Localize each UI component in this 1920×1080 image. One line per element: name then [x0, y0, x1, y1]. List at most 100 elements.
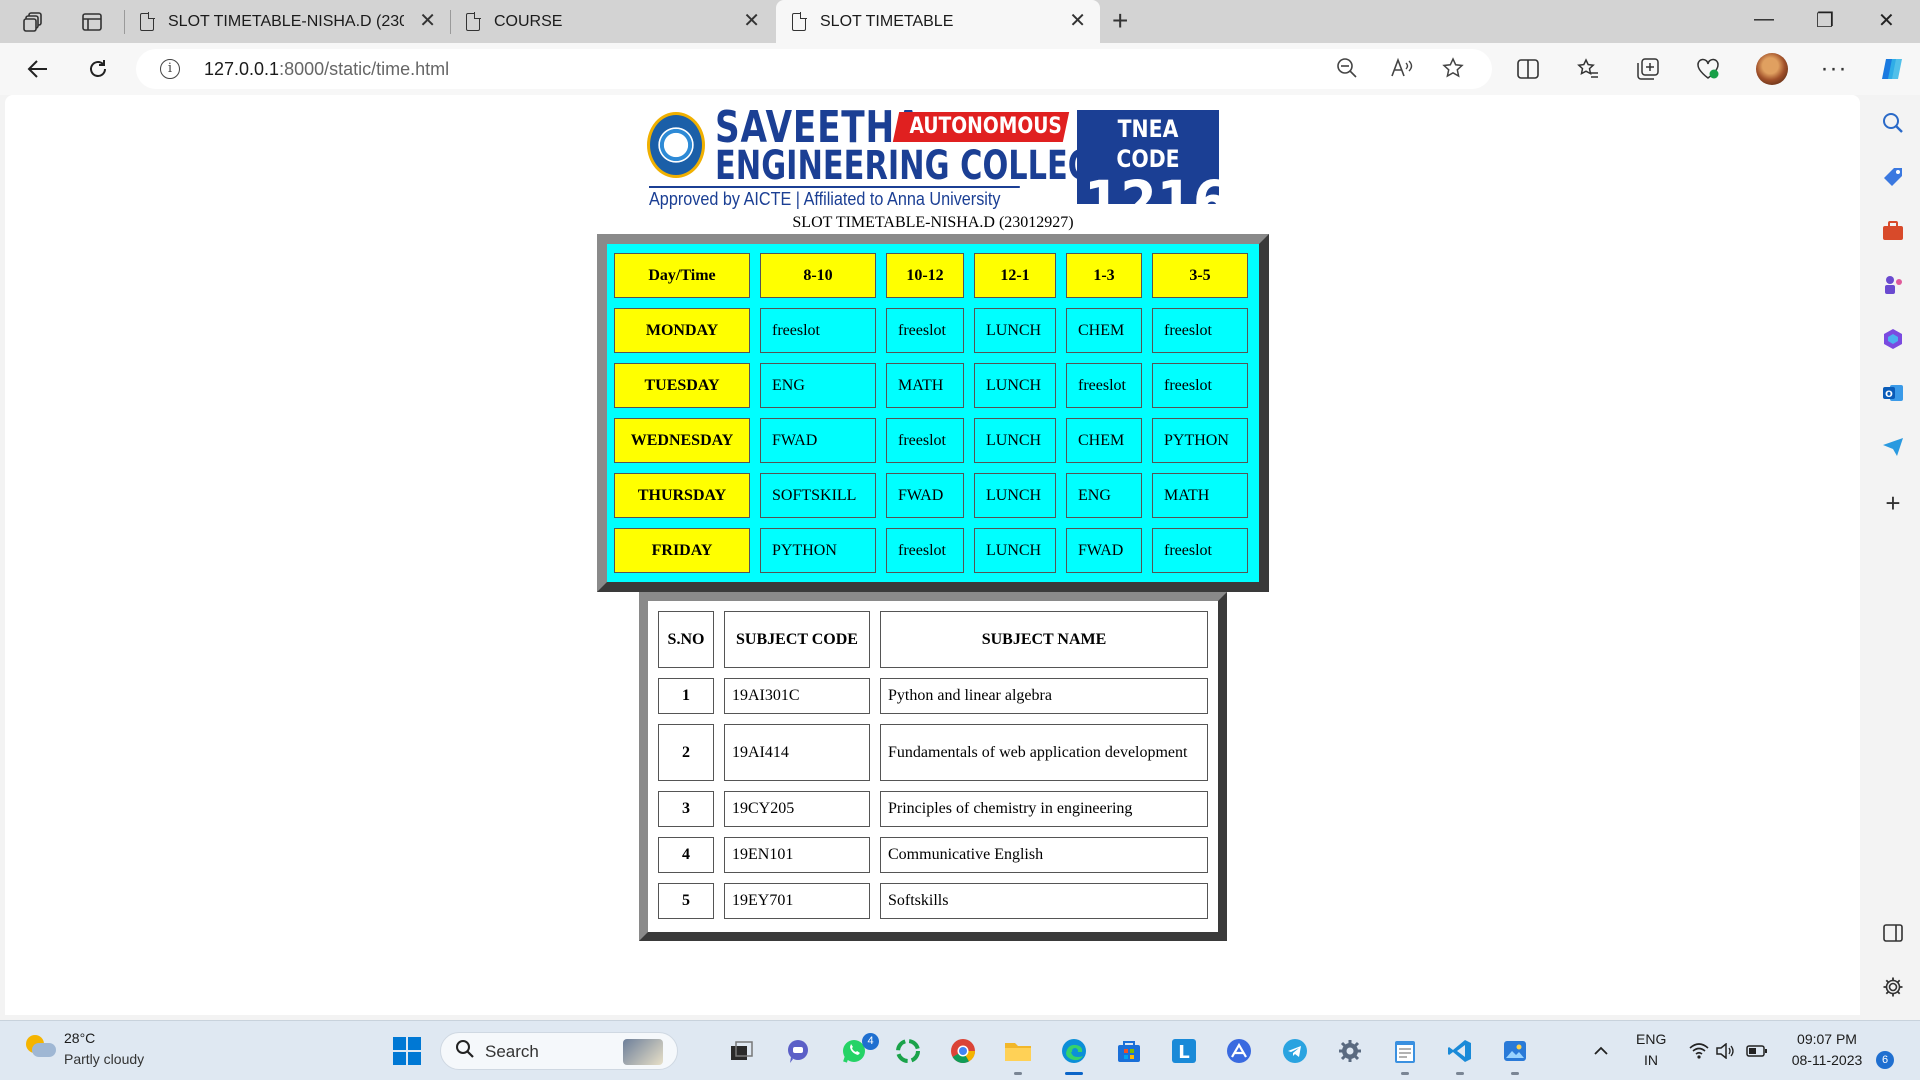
slot-cell: LUNCH — [974, 418, 1056, 463]
copilot-icon[interactable] — [1876, 53, 1908, 85]
college-logo: SAVEETHA AUTONOMOUS ENGINEERING COLLEGE … — [645, 106, 1229, 231]
subject-name-cell: Principles of chemistry in engineering — [880, 791, 1208, 827]
zoom-out-icon[interactable] — [1336, 57, 1358, 85]
header-slot: 10-12 — [886, 253, 964, 298]
table-row: 4 19EN101 Communicative English — [658, 837, 1208, 873]
send-icon[interactable] — [1881, 435, 1905, 459]
profile-avatar[interactable] — [1756, 53, 1788, 85]
browser-essentials-icon[interactable] — [1692, 53, 1724, 85]
search-highlight-image — [623, 1039, 663, 1065]
timetable-frame: Day/Time 8-10 10-12 12-1 1-3 3-5 MONDAY … — [597, 234, 1269, 592]
timetable-row-monday: MONDAY freeslot freeslot LUNCH CHEM free… — [614, 308, 1248, 353]
volume-icon[interactable] — [1710, 1036, 1740, 1066]
subject-code-cell: 19EN101 — [724, 837, 870, 873]
chrome-icon[interactable] — [948, 1036, 978, 1066]
shopping-tag-icon[interactable] — [1881, 165, 1905, 189]
weather-partly-cloudy-icon[interactable] — [26, 1035, 56, 1061]
sno-cell: 5 — [658, 883, 714, 919]
slot-cell: freeslot — [886, 528, 964, 573]
collections-icon[interactable] — [1632, 53, 1664, 85]
games-icon[interactable] — [1881, 273, 1905, 297]
page-title: SLOT TIMETABLE-NISHA.D (23012927) — [792, 214, 1074, 231]
minimize-button[interactable]: — — [1754, 8, 1774, 31]
search-placeholder: Search — [485, 1042, 539, 1061]
start-windows-icon[interactable] — [392, 1036, 422, 1066]
hide-sidebar-icon[interactable] — [1881, 921, 1905, 945]
running-indicator — [1401, 1072, 1409, 1075]
slot-cell: FWAD — [886, 473, 964, 518]
workspaces-icon[interactable] — [20, 8, 48, 36]
microsoft-365-icon[interactable] — [1881, 327, 1905, 351]
search-icon[interactable] — [1881, 111, 1905, 135]
tab-slot-timetable-nisha[interactable]: SLOT TIMETABLE-NISHA.D (2301… ✕ — [140, 0, 450, 43]
url-path: :8000/static/time.html — [279, 59, 450, 79]
language-indicator-top[interactable]: ENG — [1636, 1031, 1666, 1047]
teams-chat-icon[interactable] — [783, 1036, 813, 1066]
url-host: 127.0.0.1 — [204, 59, 280, 79]
autonomous-text: AUTONOMOUS — [909, 114, 1062, 139]
l-app-icon[interactable]: L — [1169, 1036, 1199, 1066]
running-indicator-active — [1065, 1072, 1083, 1075]
header-slot: 1-3 — [1066, 253, 1142, 298]
edge-sidebar: O + — [1866, 95, 1920, 1015]
more-options-icon[interactable]: ··· — [1818, 53, 1850, 85]
microsoft-store-icon[interactable] — [1114, 1036, 1144, 1066]
tab-label: SLOT TIMETABLE — [820, 12, 954, 30]
task-view-icon[interactable] — [727, 1036, 757, 1066]
close-window-button[interactable]: ✕ — [1878, 8, 1895, 33]
header-subject-code: SUBJECT CODE — [724, 611, 870, 668]
sno-cell: 1 — [658, 678, 714, 714]
clock-date[interactable]: 08-11-2023 — [1780, 1052, 1874, 1068]
favorite-star-icon[interactable] — [1442, 57, 1464, 85]
timetable-row-friday: FRIDAY PYTHON freeslot LUNCH FWAD freesl… — [614, 528, 1248, 573]
subject-code-cell: 19AI414 — [724, 724, 870, 781]
tab-course[interactable]: COURSE ✕ — [466, 0, 774, 43]
arc-app-icon[interactable] — [1224, 1036, 1254, 1066]
outlook-icon[interactable]: O — [1881, 381, 1905, 405]
subject-code-cell: 19EY701 — [724, 883, 870, 919]
tab-actions-icon[interactable] — [78, 8, 106, 36]
refresh-app-icon[interactable] — [893, 1036, 923, 1066]
tab-slot-timetable[interactable]: SLOT TIMETABLE ✕ — [776, 0, 1100, 43]
refresh-icon[interactable] — [82, 53, 114, 85]
favorites-icon[interactable] — [1572, 53, 1604, 85]
weather-description[interactable]: Partly cloudy — [64, 1051, 144, 1067]
vscode-icon[interactable] — [1445, 1036, 1475, 1066]
subject-code-cell: 19AI301C — [724, 678, 870, 714]
taskbar-search-box[interactable]: Search — [440, 1032, 678, 1070]
settings-icon[interactable] — [1335, 1036, 1365, 1066]
timetable-row-wednesday: WEDNESDAY FWAD freeslot LUNCH CHEM PYTHO… — [614, 418, 1248, 463]
file-explorer-icon[interactable] — [1003, 1036, 1033, 1066]
slot-cell: freeslot — [1066, 363, 1142, 408]
notification-count-badge[interactable]: 6 — [1876, 1051, 1894, 1069]
settings-gear-icon[interactable] — [1881, 975, 1905, 999]
document-icon — [792, 11, 807, 31]
slot-cell: LUNCH — [974, 473, 1056, 518]
battery-icon[interactable] — [1742, 1036, 1772, 1066]
address-bar[interactable]: i 127.0.0.1:8000/static/time.html — [136, 49, 1492, 89]
header-slot: 8-10 — [760, 253, 876, 298]
telegram-icon[interactable] — [1280, 1036, 1310, 1066]
split-screen-icon[interactable] — [1512, 53, 1544, 85]
language-indicator-bottom[interactable]: IN — [1636, 1052, 1666, 1068]
tools-briefcase-icon[interactable] — [1881, 219, 1905, 243]
photos-app-icon[interactable] — [1500, 1036, 1530, 1066]
add-sidebar-app-icon[interactable]: + — [1881, 488, 1905, 518]
new-tab-button[interactable]: + — [1112, 6, 1128, 36]
restore-button[interactable]: ❐ — [1816, 8, 1834, 33]
read-aloud-icon[interactable] — [1390, 57, 1414, 85]
show-hidden-icons-chevron-icon[interactable] — [1586, 1036, 1616, 1066]
back-arrow-icon[interactable] — [22, 53, 54, 85]
slot-cell: FWAD — [760, 418, 876, 463]
url-text[interactable]: 127.0.0.1:8000/static/time.html — [204, 59, 449, 80]
edge-browser-icon[interactable] — [1059, 1036, 1089, 1066]
close-tab-icon[interactable]: ✕ — [1069, 11, 1086, 31]
weather-temperature[interactable]: 28°C — [64, 1030, 95, 1046]
close-tab-icon[interactable]: ✕ — [743, 11, 760, 31]
slot-cell: CHEM — [1066, 308, 1142, 353]
clock-time[interactable]: 09:07 PM — [1780, 1031, 1874, 1047]
close-tab-icon[interactable]: ✕ — [419, 11, 436, 31]
notepad-icon[interactable] — [1390, 1036, 1420, 1066]
site-info-icon[interactable]: i — [160, 59, 180, 79]
logo-tagline: Approved by AICTE | Affiliated to Anna U… — [649, 186, 1020, 210]
